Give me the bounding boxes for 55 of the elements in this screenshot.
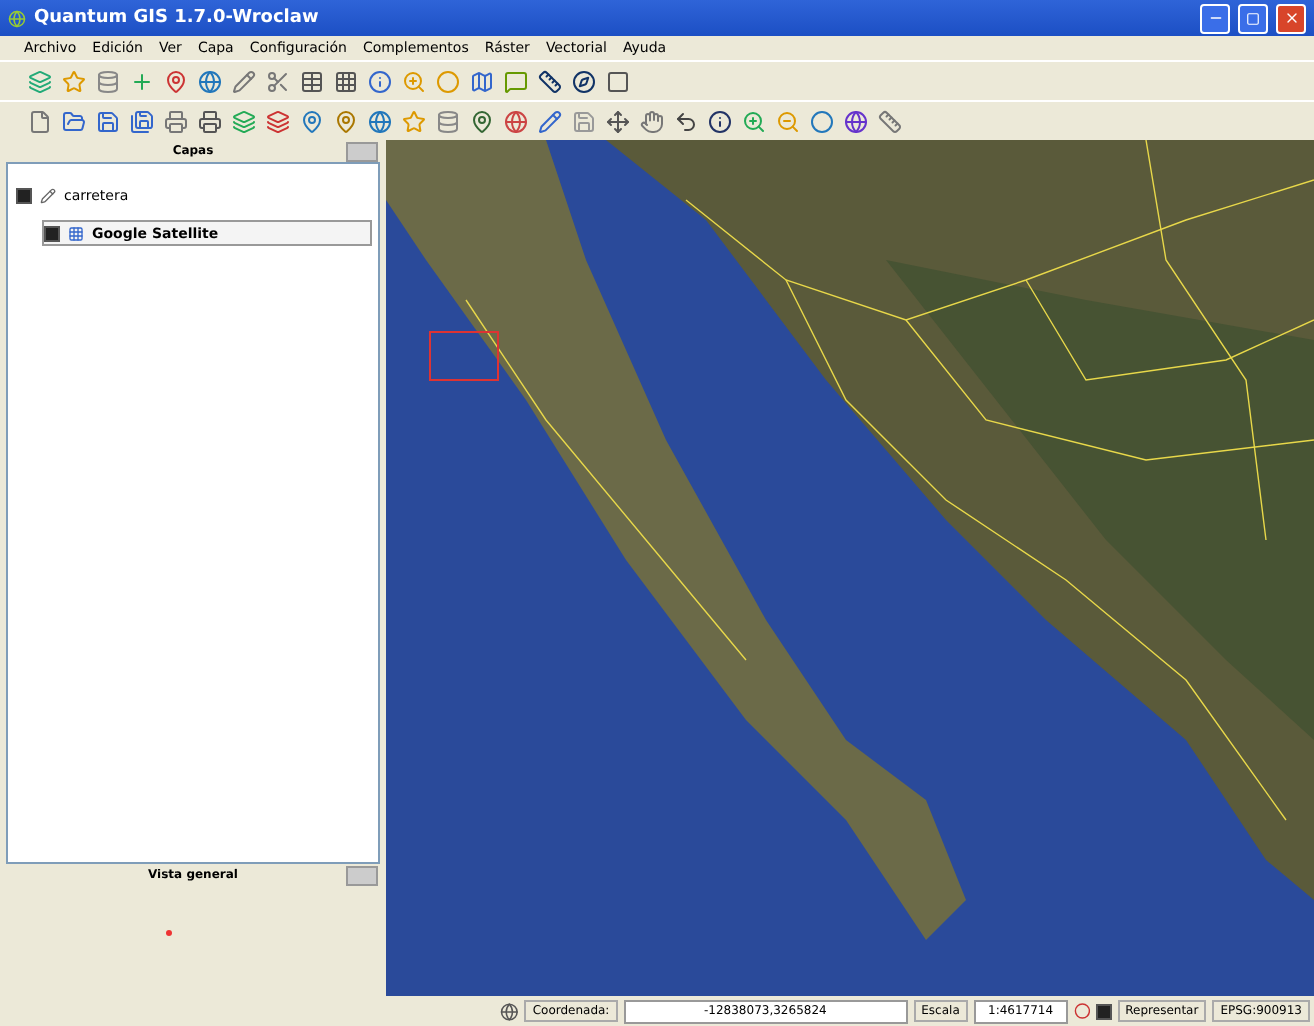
map-icon[interactable]: [470, 69, 494, 93]
undo-icon[interactable]: [674, 109, 698, 133]
maximize-button[interactable]: [1238, 3, 1268, 33]
pin-icon[interactable]: [470, 109, 494, 133]
save-icon[interactable]: [572, 109, 596, 133]
frame-icon[interactable]: [606, 69, 630, 93]
folder-icon[interactable]: [62, 109, 86, 133]
pin-icon[interactable]: [334, 109, 358, 133]
printer-icon[interactable]: [198, 109, 222, 133]
circle-icon[interactable]: [1073, 1002, 1091, 1020]
move-icon[interactable]: [606, 109, 630, 133]
minimize-button[interactable]: [1200, 3, 1230, 33]
compass-icon[interactable]: [572, 69, 596, 93]
globe-icon[interactable]: [368, 109, 392, 133]
globe-icon[interactable]: [504, 109, 528, 133]
database-icon[interactable]: [96, 69, 120, 93]
layers-icon[interactable]: [28, 69, 52, 93]
database-icon[interactable]: [436, 109, 460, 133]
star-icon[interactable]: [62, 69, 86, 93]
table-icon[interactable]: [300, 69, 324, 93]
layer-checkbox[interactable]: [16, 187, 32, 203]
close-icon: [1283, 10, 1299, 26]
layers-icon[interactable]: [232, 109, 256, 133]
globe-icon[interactable]: [500, 1001, 519, 1021]
star-icon[interactable]: [402, 109, 426, 133]
zoom-in-icon[interactable]: [742, 109, 766, 133]
save-as-icon[interactable]: [130, 109, 154, 133]
hand-icon[interactable]: [640, 109, 664, 133]
ruler-icon[interactable]: [538, 69, 562, 93]
app-icon: [8, 9, 26, 27]
info-icon[interactable]: [708, 109, 732, 133]
scissors-icon[interactable]: [266, 69, 290, 93]
extent-dot: [166, 930, 172, 936]
pin-icon[interactable]: [300, 109, 324, 133]
grid-icon[interactable]: [334, 69, 358, 93]
pin-icon[interactable]: [164, 69, 188, 93]
pencil-icon[interactable]: [538, 109, 562, 133]
new-file-icon[interactable]: [28, 109, 52, 133]
layer-checkbox[interactable]: [44, 225, 60, 241]
layers-icon[interactable]: [266, 109, 290, 133]
raster-layer-icon: [68, 225, 84, 241]
printer-icon[interactable]: [164, 109, 188, 133]
speech-bubble-icon[interactable]: [504, 69, 528, 93]
window-title: Quantum GIS 1.7.0-Wroclaw: [34, 8, 321, 28]
close-button[interactable]: [1276, 3, 1306, 33]
circle-icon[interactable]: [810, 109, 834, 133]
line-layer-icon: [40, 187, 56, 203]
info-icon[interactable]: [368, 69, 392, 93]
save-icon[interactable]: [96, 109, 120, 133]
square-icon: [1246, 11, 1260, 25]
render-checkbox[interactable]: [1096, 1003, 1112, 1019]
globe-icon[interactable]: [198, 69, 222, 93]
plus-icon[interactable]: [130, 69, 154, 93]
pencil-icon[interactable]: [232, 69, 256, 93]
globe-icon[interactable]: [844, 109, 868, 133]
